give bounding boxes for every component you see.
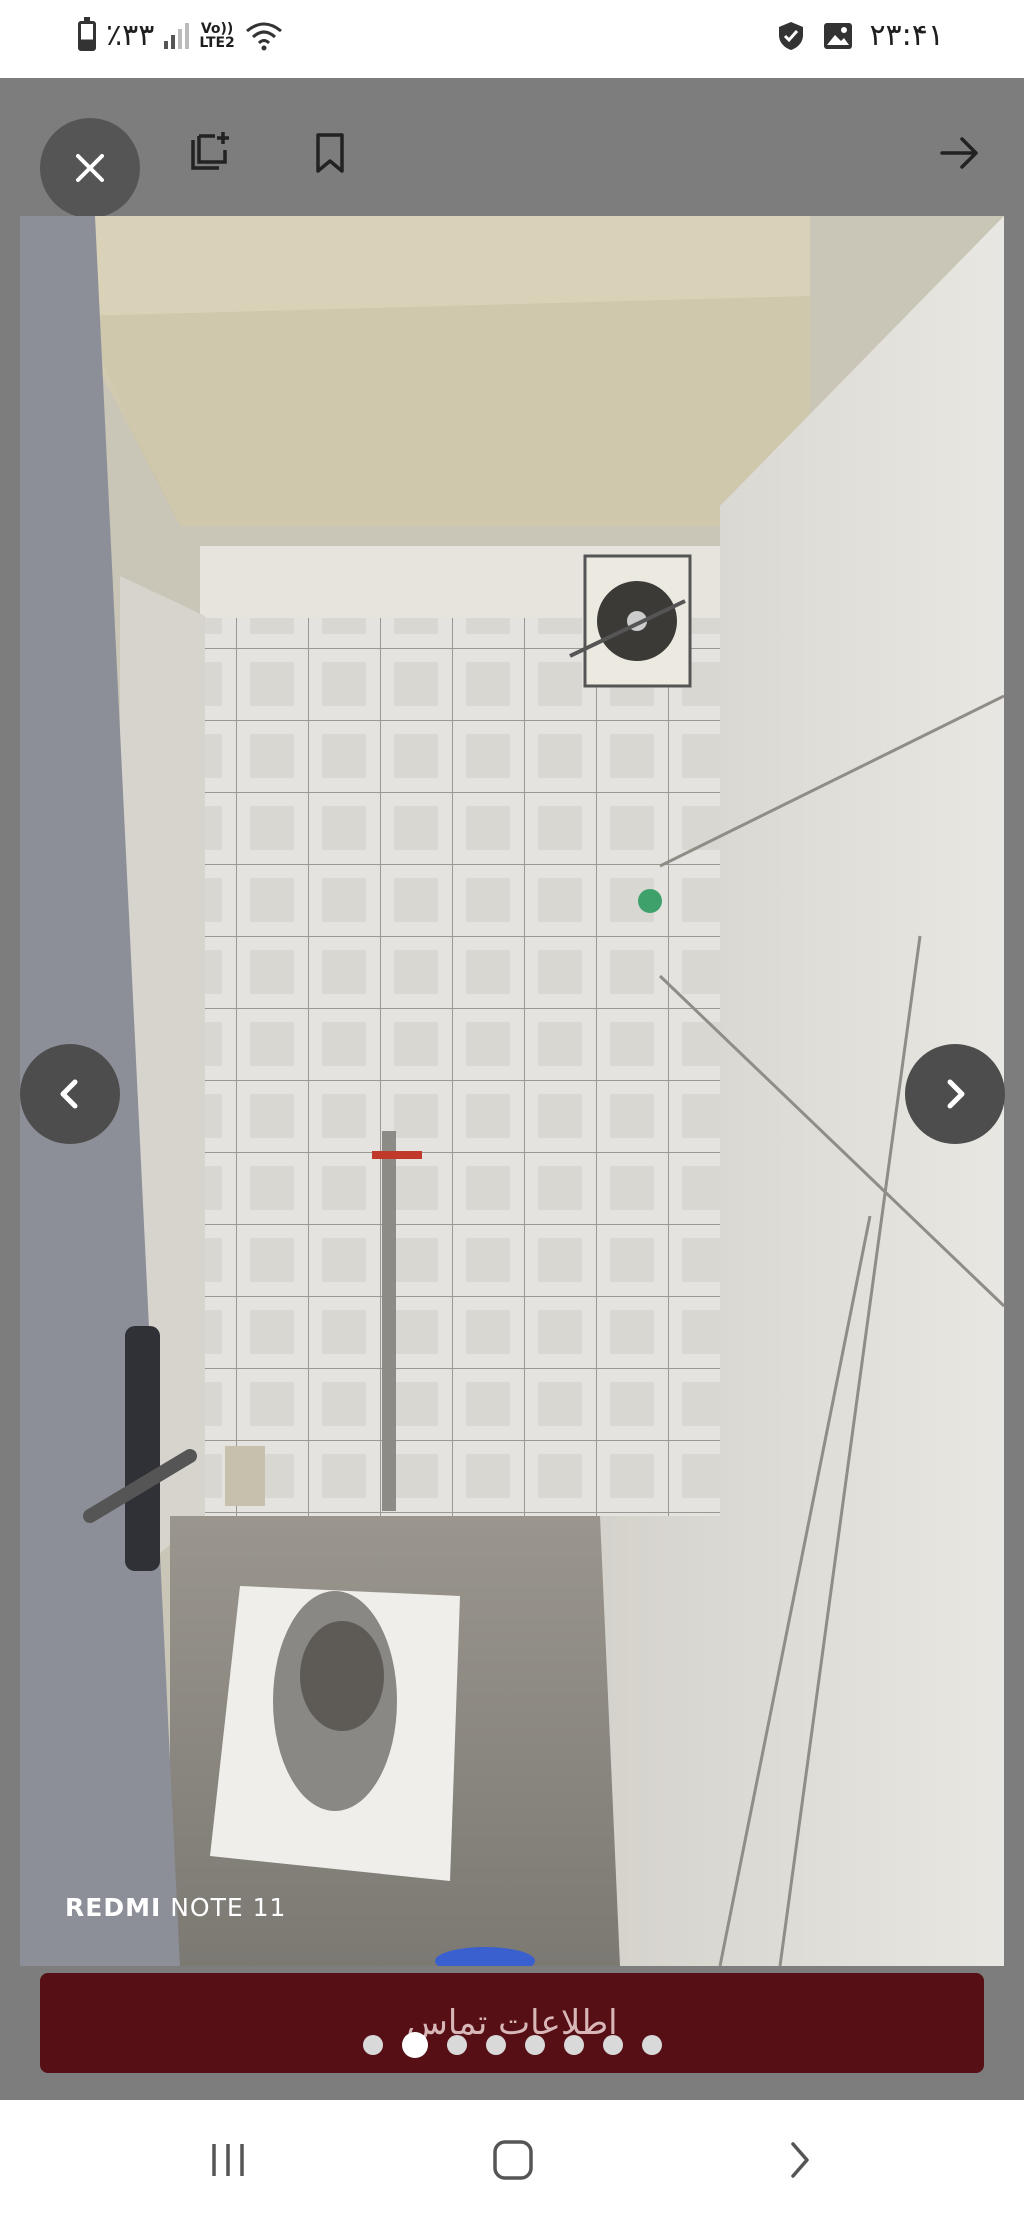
wifi-icon (245, 22, 282, 50)
bookmark-button[interactable] (300, 123, 360, 183)
forward-button[interactable] (930, 123, 990, 183)
clock: ۲۳:۴۱ (869, 18, 944, 53)
image-viewer: REDMI NOTE 11 اطلاعات تماس (0, 78, 1024, 2100)
status-left-group: ٪۳۳ Vo)) LTE2 (78, 16, 283, 53)
pagination-dot-active[interactable] (401, 2032, 428, 2058)
pagination-dot[interactable] (485, 2035, 506, 2055)
add-to-list-icon (191, 132, 229, 170)
shield-check-icon (779, 21, 804, 50)
status-bar: ٪۳۳ Vo)) LTE2 ۲۳:۴۱ (0, 0, 1024, 78)
pagination-dot[interactable] (602, 2035, 623, 2055)
watermark-model: NOTE 11 (170, 1893, 287, 1922)
watermark-brand: REDMI (65, 1893, 162, 1922)
listing-photo[interactable]: REDMI NOTE 11 (20, 216, 1004, 1966)
pagination-dot[interactable] (362, 2035, 383, 2055)
battery-icon (78, 16, 96, 51)
recents-button[interactable] (198, 2130, 258, 2190)
back-chevron-icon (791, 2142, 809, 2178)
volte-bottom-text: LTE2 (199, 34, 235, 51)
home-button[interactable] (483, 2130, 543, 2190)
bookmark-icon (316, 133, 344, 173)
close-button[interactable] (40, 118, 140, 218)
close-icon (76, 154, 104, 182)
back-button[interactable] (770, 2130, 830, 2190)
system-navigation-bar (0, 2100, 1024, 2220)
bathroom-photo (20, 216, 1004, 1966)
battery-percent: ٪۳۳ (106, 18, 155, 53)
add-to-list-button[interactable] (180, 123, 240, 183)
chevron-right-icon (947, 1079, 965, 1109)
pagination-dots (0, 2030, 1024, 2060)
chevron-left-icon (60, 1079, 78, 1109)
arrow-forward-icon (940, 137, 978, 169)
camera-watermark: REDMI NOTE 11 (65, 1893, 286, 1922)
status-right-group: ۲۳:۴۱ (775, 18, 944, 53)
gallery-icon (824, 22, 853, 49)
volte-icon: Vo)) LTE2 (199, 22, 234, 50)
pagination-dot[interactable] (563, 2035, 584, 2055)
next-image-button[interactable] (905, 1044, 1005, 1144)
home-icon (493, 2140, 533, 2180)
pagination-dot[interactable] (524, 2035, 545, 2055)
previous-image-button[interactable] (20, 1044, 120, 1144)
pagination-dot[interactable] (641, 2035, 662, 2055)
signal-icon (164, 22, 190, 49)
pagination-dot[interactable] (446, 2035, 467, 2055)
recents-icon (212, 2144, 244, 2176)
